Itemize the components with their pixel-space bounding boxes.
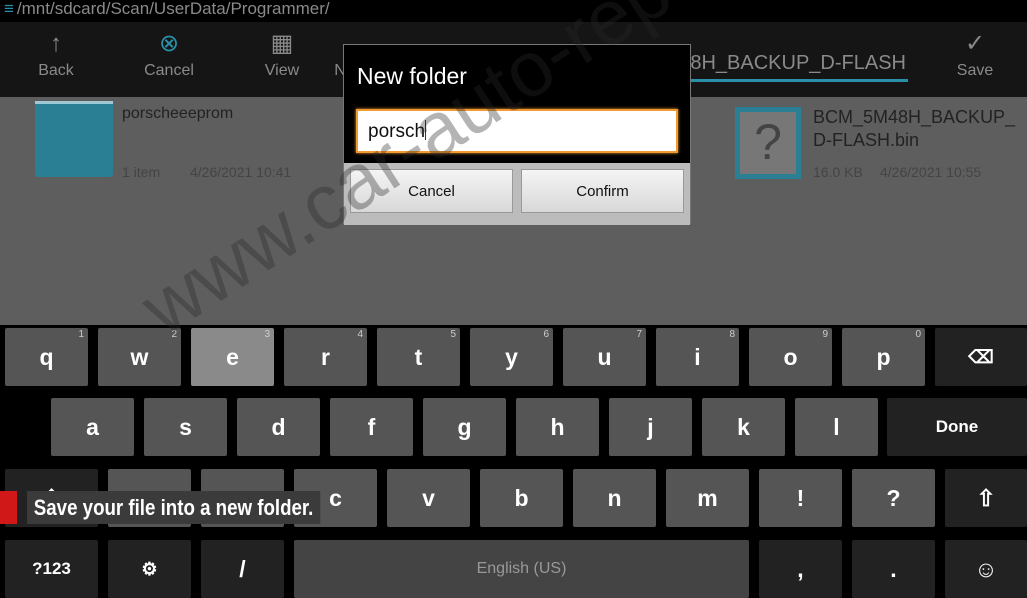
slash-key[interactable]: / [201,540,284,598]
key[interactable]: r4 [284,328,367,386]
file-date: 4/26/2021 10:55 [880,164,982,180]
key[interactable]: a [51,398,134,456]
key[interactable]: d [237,398,320,456]
file-name-line1: BCM_5M48H_BACKUP_ [813,107,1016,127]
key-label: y [505,344,518,370]
key-hint: 8 [729,329,735,340]
file-name: porscheeeprom [122,105,234,122]
key-label: v [422,485,435,511]
caption-bar [0,491,17,524]
dialog-cancel-button[interactable]: Cancel [350,169,513,213]
shift-key-right[interactable]: ⇧ [945,469,1027,527]
file-date: 4/26/2021 10:41 [190,164,292,180]
key-label: m [697,485,718,511]
unknown-file-icon: ? [735,107,801,179]
soft-keyboard: q1w2e3r4t5y6u7i8o9p0asdfghjklzxcvbnm!? ⌫… [0,325,1027,598]
key[interactable]: q1 [5,328,88,386]
key-hint: 2 [171,329,177,340]
key-label: ? [886,485,901,511]
key-hint: 4 [357,329,363,340]
path-bar: ≡/mnt/sdcard/Scan/UserData/Programmer/ [0,0,1027,22]
symbols-key[interactable]: ?123 [5,540,98,598]
key-hint: 6 [543,329,549,340]
file-size: 16.0 KB [813,164,863,180]
emoji-key[interactable]: ☺ [945,540,1027,598]
checkmark-icon: ✓ [964,30,986,57]
folder-name-value: porsch [368,121,426,142]
key-label: g [457,414,472,440]
key-hint: 9 [822,329,828,340]
key-label: t [414,344,423,370]
key[interactable]: s [144,398,227,456]
key-hint: 7 [636,329,642,340]
key[interactable]: i8 [656,328,739,386]
key[interactable]: y6 [470,328,553,386]
key[interactable]: k [702,398,785,456]
back-button[interactable]: ↑ Back [11,22,101,97]
key[interactable]: l [795,398,878,456]
key-label: w [130,344,149,370]
folder-icon [35,101,113,177]
key[interactable]: w2 [98,328,181,386]
cancel-circle-icon: ⊗ [158,30,180,57]
key[interactable]: j [609,398,692,456]
key-hint: 1 [78,329,84,340]
key-label: b [514,485,529,511]
key[interactable]: v [387,469,470,527]
key-label: j [647,414,654,440]
key-label: i [694,344,701,370]
key[interactable]: ! [759,469,842,527]
key[interactable]: n [573,469,656,527]
key-label: s [179,414,192,440]
key-label: c [329,485,342,511]
key-label: u [597,344,612,370]
key[interactable]: h [516,398,599,456]
key-label: f [367,414,376,440]
space-key[interactable]: English (US) [294,540,749,598]
new-folder-dialog: New folder porsch Cancel Confirm [343,44,691,225]
caption: Save your file into a new folder. [27,491,321,524]
key-hint: 0 [915,329,921,340]
key-label: p [876,344,891,370]
key-hint: 3 [264,329,270,340]
save-button[interactable]: ✓ Save [930,22,1020,97]
key[interactable]: b [480,469,563,527]
key-label: d [271,414,286,440]
key-label: ! [796,485,805,511]
cancel-button[interactable]: ⊗ Cancel [124,22,214,97]
key-hint: 5 [450,329,456,340]
key-label: h [550,414,565,440]
key[interactable]: o9 [749,328,832,386]
key[interactable]: e3 [191,328,274,386]
key-label: n [607,485,622,511]
file-name-line2: D-FLASH.bin [813,130,920,150]
comma-key[interactable]: , [759,540,842,598]
key[interactable]: f [330,398,413,456]
key[interactable]: g [423,398,506,456]
settings-key[interactable]: ⚙ [108,540,191,598]
menu-icon[interactable]: ≡ [4,0,14,18]
key-label: e [226,344,239,370]
key-label: q [39,344,54,370]
current-path: /mnt/sdcard/Scan/UserData/Programmer/ [16,0,330,18]
dialog-title: New folder [357,63,467,89]
key[interactable]: u7 [563,328,646,386]
key[interactable]: ? [852,469,935,527]
backspace-key[interactable]: ⌫ [935,328,1027,386]
folder-name-input[interactable]: porsch [356,109,678,153]
key-label: r [321,344,330,370]
key-label: o [783,344,798,370]
period-key[interactable]: . [852,540,935,598]
key-label: a [86,414,99,440]
key-label: l [833,414,840,440]
key[interactable]: m [666,469,749,527]
dialog-confirm-button[interactable]: Confirm [521,169,684,213]
key[interactable]: t5 [377,328,460,386]
key[interactable]: p0 [842,328,925,386]
arrow-up-icon: ↑ [50,30,62,57]
done-key[interactable]: Done [887,398,1027,456]
key-label: k [737,414,750,440]
file-count: 1 item [122,164,161,180]
